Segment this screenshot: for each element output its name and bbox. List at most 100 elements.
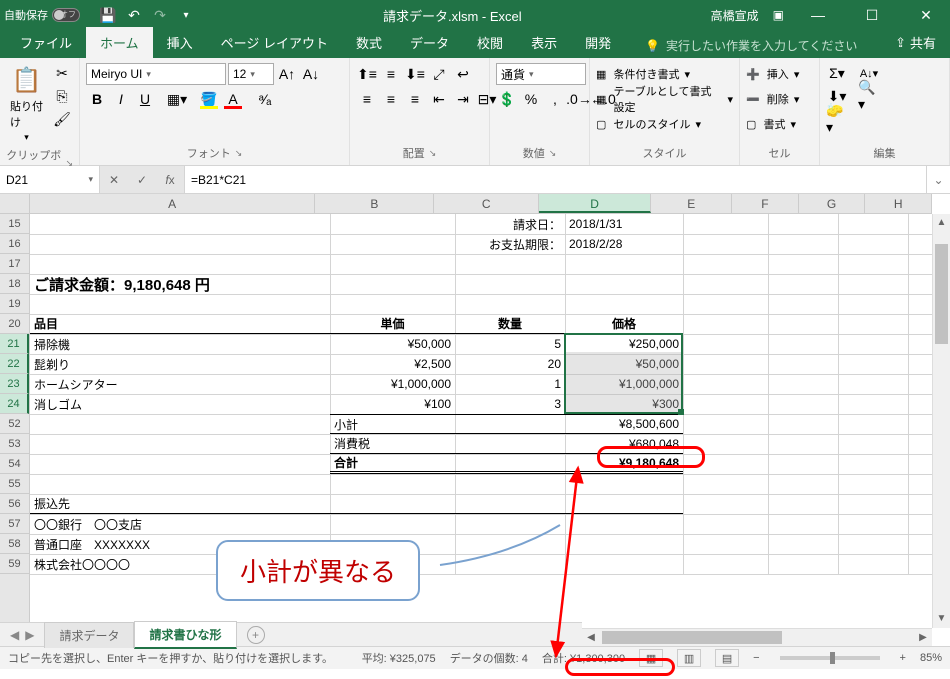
vscroll-thumb[interactable] [935, 244, 948, 344]
add-sheet-button[interactable]: + [247, 626, 265, 644]
invoice-date[interactable]: 2018/1/31 [565, 214, 683, 234]
phonetic-button[interactable]: ᵃ⁄ₐ [254, 88, 276, 110]
tab-file[interactable]: ファイル [6, 27, 86, 58]
item-unit-1[interactable]: ¥2,500 [330, 354, 455, 374]
scroll-right-icon[interactable]: ▶ [914, 629, 932, 646]
user-name[interactable]: 高橋宣成 [711, 7, 759, 24]
sheet-tab-2[interactable]: 請求書ひな形 [134, 621, 236, 649]
zoom-slider[interactable] [780, 656, 880, 660]
minimize-button[interactable]: — [798, 0, 838, 30]
item-price-3[interactable]: ¥300 [565, 394, 683, 414]
row-header-56[interactable]: 56 [0, 494, 29, 514]
row-headers[interactable]: 151617181920212223245253545556575859 [0, 214, 30, 628]
tab-review[interactable]: 校閲 [463, 27, 517, 58]
row-header-58[interactable]: 58 [0, 534, 29, 554]
tab-insert[interactable]: 挿入 [153, 27, 207, 58]
name-box[interactable]: D21▾ [0, 166, 100, 193]
pagelayout-view-icon[interactable]: ▥ [677, 649, 701, 667]
bank-header[interactable]: 振込先 [30, 494, 683, 514]
due-date[interactable]: 2018/2/28 [565, 234, 683, 254]
column-header-A[interactable]: A [30, 194, 315, 213]
item-unit-2[interactable]: ¥1,000,000 [330, 374, 455, 394]
indent-dec-icon[interactable]: ⇤ [428, 88, 450, 110]
font-color-button[interactable]: A [222, 88, 244, 110]
tab-developer[interactable]: 開発 [571, 27, 625, 58]
item-name-0[interactable]: 掃除機 [30, 334, 330, 354]
number-format-combo[interactable]: 通貨▾ [496, 63, 586, 85]
clear-icon[interactable]: 🧽▾ [826, 108, 848, 130]
pagebreak-view-icon[interactable]: ▤ [715, 649, 739, 667]
row-header-55[interactable]: 55 [0, 474, 29, 494]
orientation-icon[interactable]: ⤢ [428, 63, 450, 85]
row-header-52[interactable]: 52 [0, 414, 29, 434]
accounting-format-icon[interactable]: 💲 [496, 88, 518, 110]
header-h_item[interactable]: 品目 [30, 314, 330, 334]
italic-button[interactable]: I [110, 88, 132, 110]
row-header-15[interactable]: 15 [0, 214, 29, 234]
delete-cells-button[interactable]: ➖ 削除 ▾ [746, 87, 799, 111]
tax-value[interactable]: ¥680,048 [565, 434, 683, 454]
worksheet-grid[interactable]: ABCDEFGH 1516171819202122232452535455565… [0, 194, 950, 646]
column-header-C[interactable]: C [434, 194, 539, 213]
grand-value[interactable]: ¥9,180,648 [565, 454, 683, 474]
item-price-1[interactable]: ¥50,000 [565, 354, 683, 374]
tab-pagelayout[interactable]: ページ レイアウト [207, 27, 342, 58]
cancel-formula-icon[interactable]: ✕ [100, 166, 128, 193]
number-launcher-icon[interactable]: ↘ [549, 148, 557, 159]
zoom-in-icon[interactable]: + [900, 652, 906, 664]
comma-format-icon[interactable]: , [544, 88, 566, 110]
undo-icon[interactable]: ↶ [126, 7, 142, 23]
subtotal-value[interactable]: ¥8,500,600 [565, 414, 683, 434]
sheet-nav-next-icon[interactable]: ▶ [25, 628, 34, 642]
row-header-19[interactable]: 19 [0, 294, 29, 314]
row-header-16[interactable]: 16 [0, 234, 29, 254]
align-middle-icon[interactable]: ≡ [380, 63, 402, 85]
align-right-icon[interactable]: ≡ [404, 88, 426, 110]
decrease-font-icon[interactable]: A↓ [300, 63, 322, 85]
select-all-triangle[interactable] [0, 194, 30, 214]
align-bottom-icon[interactable]: ⬇≡ [404, 63, 426, 85]
grand-label[interactable]: 合計 [330, 454, 455, 474]
tax-spacer[interactable] [455, 434, 565, 454]
row-header-22[interactable]: 22 [0, 354, 29, 374]
horizontal-scrollbar[interactable]: ◀ ▶ [582, 628, 932, 646]
enter-formula-icon[interactable]: ✓ [128, 166, 156, 193]
row-header-54[interactable]: 54 [0, 454, 29, 474]
column-headers[interactable]: ABCDEFGH [30, 194, 932, 214]
grand-spacer[interactable] [455, 454, 565, 474]
tab-view[interactable]: 表示 [517, 27, 571, 58]
due-date-label[interactable]: お支払期限： [455, 234, 565, 254]
scroll-up-icon[interactable]: ▲ [933, 214, 950, 232]
paste-button[interactable]: 📋 貼り付け ▾ [6, 62, 47, 145]
tab-formulas[interactable]: 数式 [342, 27, 396, 58]
qat-customize-icon[interactable]: ▾ [178, 7, 194, 23]
increase-decimal-icon[interactable]: .0→ [568, 88, 590, 110]
column-header-G[interactable]: G [799, 194, 866, 213]
normal-view-icon[interactable]: ▦ [639, 649, 663, 667]
row-header-18[interactable]: 18 [0, 274, 29, 294]
font-name-combo[interactable]: Meiryo UI▾ [86, 63, 226, 85]
insert-cells-button[interactable]: ➕ 挿入 ▾ [746, 62, 799, 86]
font-launcher-icon[interactable]: ↘ [235, 148, 243, 159]
bold-button[interactable]: B [86, 88, 108, 110]
total-amount-label[interactable]: ご請求金額：9,180,648 円 [30, 274, 683, 294]
tab-home[interactable]: ホーム [86, 27, 153, 58]
item-qty-0[interactable]: 5 [455, 334, 565, 354]
item-name-3[interactable]: 消しゴム [30, 394, 330, 414]
scroll-left-icon[interactable]: ◀ [582, 629, 600, 646]
redo-icon[interactable]: ↷ [152, 7, 168, 23]
cell-styles-button[interactable]: ▢ セルのスタイル ▾ [596, 112, 701, 136]
row-header-59[interactable]: 59 [0, 554, 29, 574]
save-icon[interactable]: 💾 [100, 7, 116, 23]
cut-icon[interactable]: ✂ [51, 62, 73, 84]
row-header-21[interactable]: 21 [0, 334, 29, 354]
item-qty-1[interactable]: 20 [455, 354, 565, 374]
row-header-24[interactable]: 24 [0, 394, 29, 414]
row-header-17[interactable]: 17 [0, 254, 29, 274]
zoom-level[interactable]: 85% [920, 652, 942, 664]
row-header-53[interactable]: 53 [0, 434, 29, 454]
autosave-toggle[interactable]: 自動保存 オフ [4, 7, 80, 23]
format-cells-button[interactable]: ▢ 書式 ▾ [746, 112, 796, 136]
scroll-down-icon[interactable]: ▼ [933, 610, 950, 628]
tab-data[interactable]: データ [396, 27, 463, 58]
